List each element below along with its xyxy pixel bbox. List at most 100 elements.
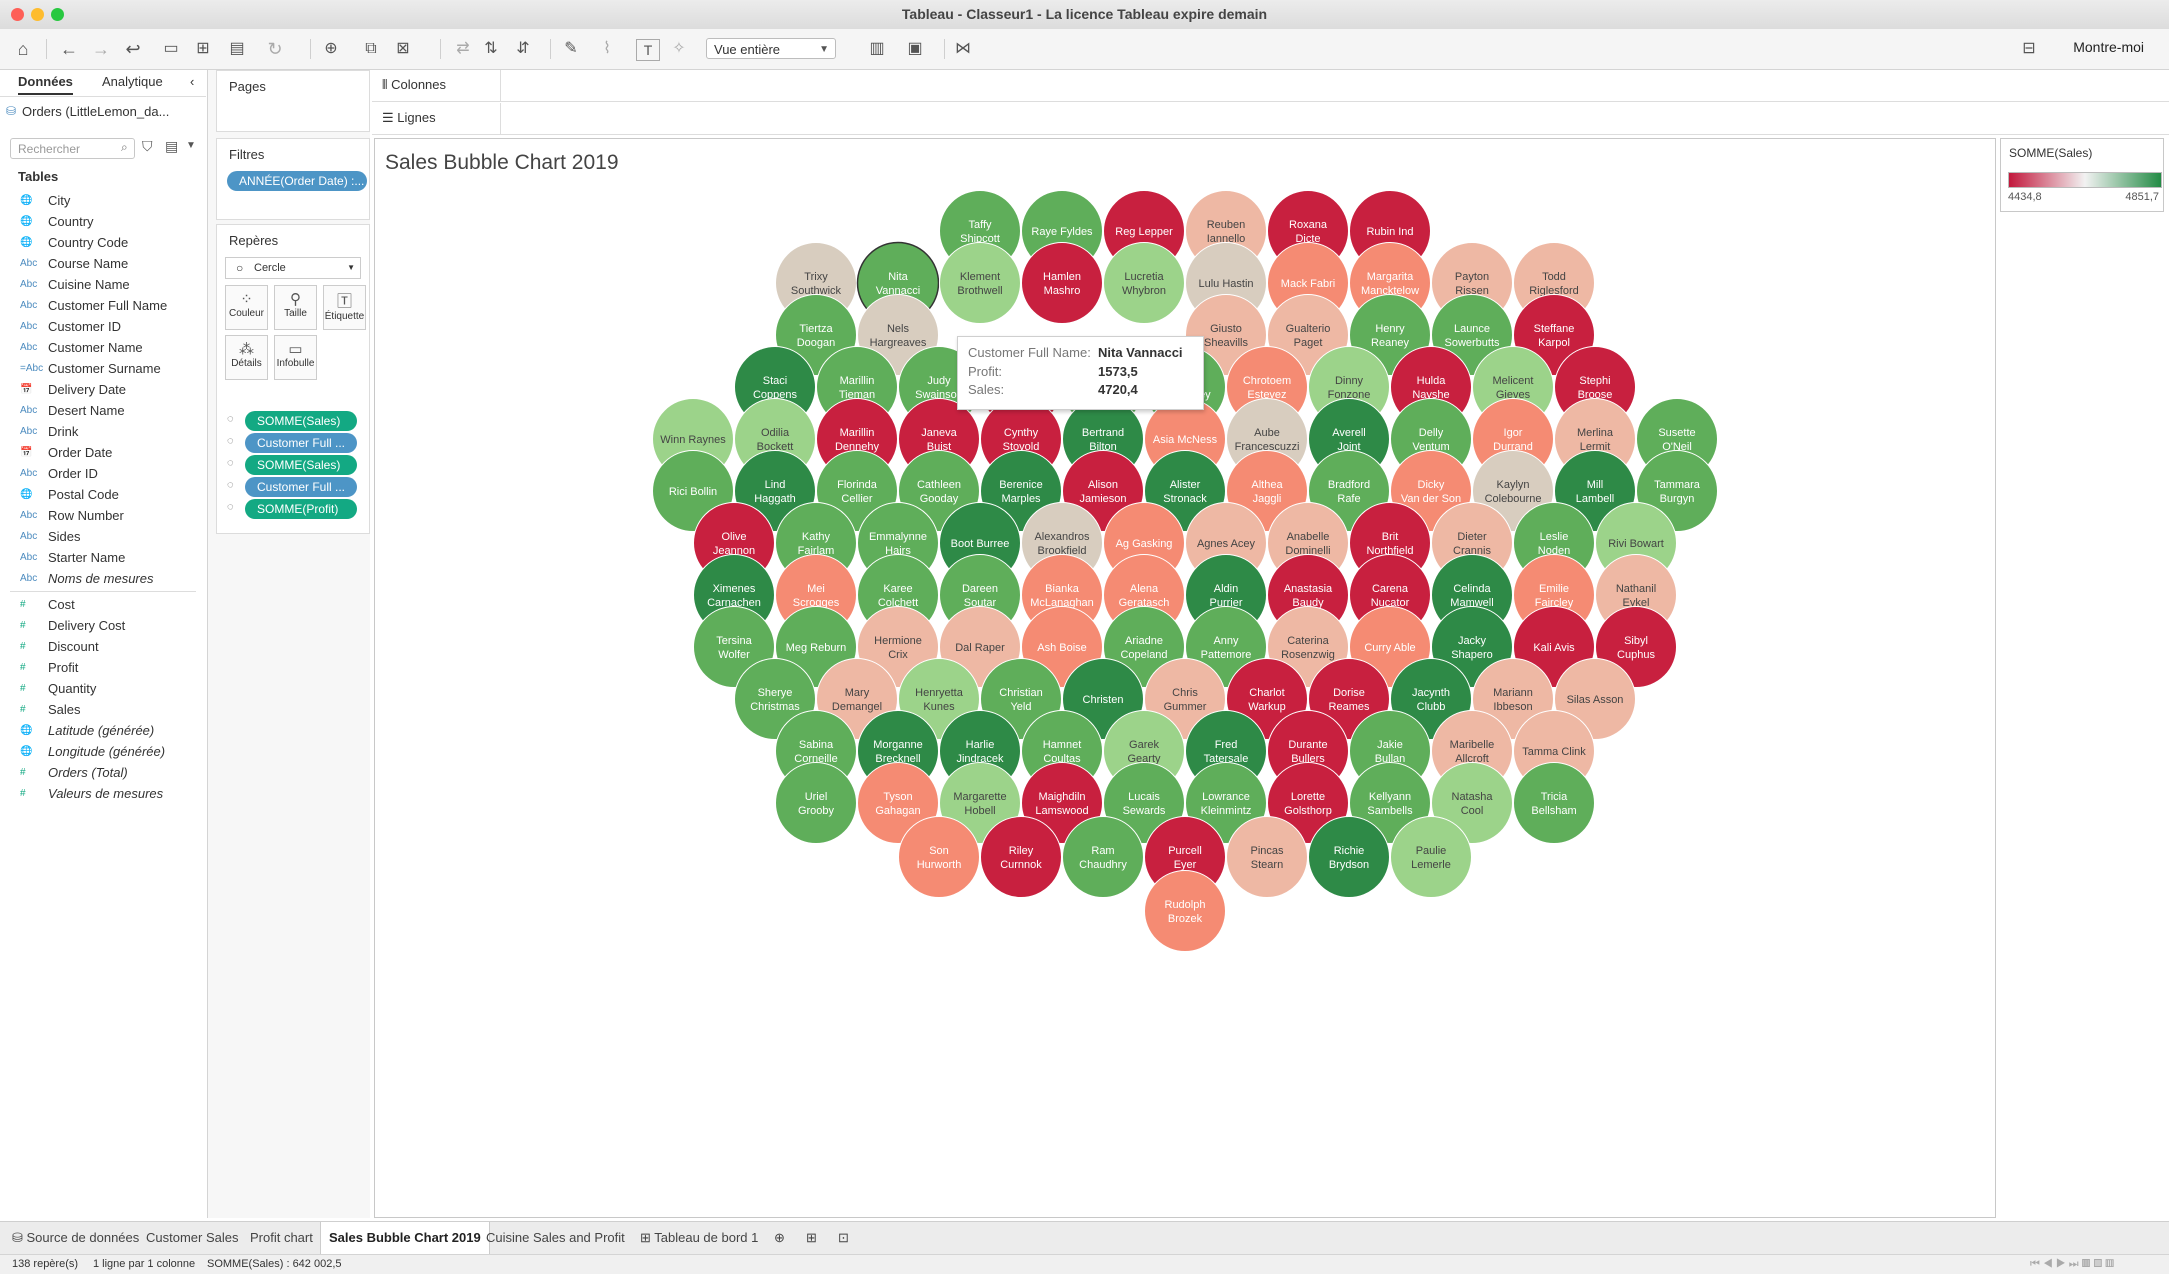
bubble-circle[interactable] bbox=[1103, 242, 1185, 324]
detail-button[interactable]: ⁂ Détails bbox=[225, 335, 268, 380]
tab-sales-bubble-chart[interactable]: Sales Bubble Chart 2019 bbox=[320, 1222, 490, 1254]
field-postal-code[interactable]: 🌐 Postal Code bbox=[0, 484, 206, 505]
field-quantity[interactable]: # Quantity bbox=[0, 678, 206, 699]
mark-pill[interactable]: SOMME(Sales) bbox=[245, 455, 357, 475]
field-orders-total[interactable]: # Orders (Total) bbox=[0, 762, 206, 783]
bubble[interactable]: Lucretia Whybron bbox=[1103, 242, 1185, 324]
field-starter-name[interactable]: Abc Starter Name bbox=[0, 547, 206, 568]
field-cuisine-name[interactable]: Abc Cuisine Name bbox=[0, 274, 206, 295]
tab-analytics[interactable]: Analytique bbox=[102, 74, 163, 89]
bubble-circle[interactable] bbox=[1513, 762, 1595, 844]
field-noms-de-mesures[interactable]: Abc Noms de mesures bbox=[0, 568, 206, 589]
bubble[interactable]: Richie Brydson bbox=[1308, 816, 1390, 898]
new-story-icon[interactable]: ⊡ bbox=[830, 1222, 857, 1254]
show-cards-icon[interactable]: ▥ bbox=[866, 37, 888, 61]
datasource-tab[interactable]: ⛁ Source de données bbox=[4, 1222, 147, 1254]
bubble[interactable]: Klement Brothwell bbox=[939, 242, 1021, 324]
group-members-icon[interactable]: ⌇ bbox=[596, 37, 618, 61]
field-row-number[interactable]: Abc Row Number bbox=[0, 505, 206, 526]
redo-icon[interactable]: → bbox=[90, 37, 112, 61]
bubble[interactable]: Paulie Lemerle bbox=[1390, 816, 1472, 898]
size-button[interactable]: ⚲ Taille bbox=[274, 285, 317, 330]
bubble[interactable]: Hamlen Mashro bbox=[1021, 242, 1103, 324]
color-button[interactable]: ⁘ Couleur bbox=[225, 285, 268, 330]
show-me-button[interactable]: Montre-moi bbox=[2073, 39, 2144, 55]
tooltip-button[interactable]: ▭ Infobulle bbox=[274, 335, 317, 380]
viz-canvas[interactable]: Sales Bubble Chart 2019 Taffy Shipcott Ray… bbox=[374, 138, 1996, 1218]
search-input[interactable]: Rechercher bbox=[10, 138, 135, 159]
pause-updates-icon[interactable]: ▤ bbox=[226, 37, 248, 61]
bubble-circle[interactable] bbox=[1390, 816, 1472, 898]
sheet-navigation-icon[interactable]: ⏮ ◀ ▶ ⏭ ▦ ▤ ▥ bbox=[2030, 1255, 2114, 1274]
bubble-circle[interactable] bbox=[939, 242, 1021, 324]
chevron-down-icon[interactable]: ▼ bbox=[186, 140, 196, 151]
filter-pill-order-date[interactable]: ANNÉE(Order Date) :... bbox=[227, 171, 367, 191]
columns-shelf[interactable]: ⫴ Colonnes bbox=[372, 70, 2169, 102]
save-icon[interactable]: ▭ bbox=[160, 37, 182, 61]
bubble[interactable]: Rudolph Brozek bbox=[1144, 870, 1226, 952]
new-worksheet-icon[interactable]: ⊕ bbox=[320, 37, 342, 61]
field-order-date[interactable]: 📅 Order Date bbox=[0, 442, 206, 463]
bubble-circle[interactable] bbox=[1144, 870, 1226, 952]
refresh-icon[interactable]: ↻ bbox=[264, 37, 286, 61]
field-valeurs-de-mesures[interactable]: # Valeurs de mesures bbox=[0, 783, 206, 804]
show-me-icon[interactable]: ⊟ bbox=[2018, 37, 2040, 61]
undo-icon[interactable]: ← bbox=[58, 37, 80, 61]
bubble[interactable]: Pincas Stearn bbox=[1226, 816, 1308, 898]
show-mark-labels-icon[interactable]: T bbox=[636, 39, 660, 61]
bubble[interactable]: Riley Curnnok bbox=[980, 816, 1062, 898]
presentation-mode-icon[interactable]: ▣ bbox=[904, 37, 926, 61]
field-desert-name[interactable]: Abc Desert Name bbox=[0, 400, 206, 421]
datasource-item[interactable]: Orders (LittleLemon_da... bbox=[22, 104, 169, 119]
field-customer-surname[interactable]: =Abc Customer Surname bbox=[0, 358, 206, 379]
bubble[interactable]: Ram Chaudhry bbox=[1062, 816, 1144, 898]
filter-icon[interactable]: ⛉ bbox=[142, 138, 153, 155]
fit-dropdown[interactable]: Vue entière ▼ bbox=[706, 38, 836, 59]
bubble-circle[interactable] bbox=[1062, 816, 1144, 898]
new-worksheet-icon[interactable]: ⊕ bbox=[766, 1222, 793, 1254]
field-country[interactable]: 🌐 Country bbox=[0, 211, 206, 232]
tab-dashboard-1[interactable]: ⊞ Tableau de bord 1 bbox=[632, 1222, 766, 1254]
bubble-circle[interactable] bbox=[898, 816, 980, 898]
mark-pill[interactable]: Customer Full ... bbox=[245, 433, 357, 453]
tab-cuisine-sales-profit[interactable]: Cuisine Sales and Profit bbox=[478, 1222, 633, 1254]
color-legend[interactable]: SOMME(Sales) 4434,8 4851,7 bbox=[2000, 138, 2164, 212]
field-order-id[interactable]: Abc Order ID bbox=[0, 463, 206, 484]
bubble[interactable]: Uriel Grooby bbox=[775, 762, 857, 844]
field-longitude-g-n-r-e[interactable]: 🌐 Longitude (générée) bbox=[0, 741, 206, 762]
bubble[interactable]: Son Hurworth bbox=[898, 816, 980, 898]
field-course-name[interactable]: Abc Course Name bbox=[0, 253, 206, 274]
bubble-circle[interactable] bbox=[1021, 242, 1103, 324]
new-datasource-icon[interactable]: ⊞ bbox=[192, 37, 214, 61]
field-drink[interactable]: Abc Drink bbox=[0, 421, 206, 442]
field-customer-full-name[interactable]: Abc Customer Full Name bbox=[0, 295, 206, 316]
bubble-circle[interactable] bbox=[1308, 816, 1390, 898]
tab-profit-chart[interactable]: Profit chart bbox=[242, 1222, 321, 1254]
field-profit[interactable]: # Profit bbox=[0, 657, 206, 678]
sort-ascending-icon[interactable]: ⇅ bbox=[480, 37, 502, 61]
mark-pill[interactable]: SOMME(Sales) bbox=[245, 411, 357, 431]
field-delivery-date[interactable]: 📅 Delivery Date bbox=[0, 379, 206, 400]
tab-data[interactable]: Données bbox=[18, 74, 73, 95]
label-button[interactable]: 🅃 Étiquette bbox=[323, 285, 366, 330]
home-icon[interactable]: ⌂ bbox=[12, 37, 34, 61]
mark-pill[interactable]: SOMME(Profit) bbox=[245, 499, 357, 519]
field-country-code[interactable]: 🌐 Country Code bbox=[0, 232, 206, 253]
mark-type-dropdown[interactable]: ○ Cercle ▼ bbox=[225, 257, 361, 279]
sort-descending-icon[interactable]: ⇵ bbox=[512, 37, 534, 61]
new-dashboard-icon[interactable]: ⊞ bbox=[798, 1222, 825, 1254]
bubble-circle[interactable] bbox=[775, 762, 857, 844]
field-latitude-g-n-r-e[interactable]: 🌐 Latitude (générée) bbox=[0, 720, 206, 741]
field-cost[interactable]: # Cost bbox=[0, 594, 206, 615]
field-delivery-cost[interactable]: # Delivery Cost bbox=[0, 615, 206, 636]
field-customer-name[interactable]: Abc Customer Name bbox=[0, 337, 206, 358]
duplicate-sheet-icon[interactable]: ⧉ bbox=[360, 37, 382, 61]
field-sales[interactable]: # Sales bbox=[0, 699, 206, 720]
field-customer-id[interactable]: Abc Customer ID bbox=[0, 316, 206, 337]
bubble[interactable]: Tricia Bellsham bbox=[1513, 762, 1595, 844]
clear-sheet-icon[interactable]: ⊠ bbox=[392, 37, 414, 61]
bubble-circle[interactable] bbox=[1226, 816, 1308, 898]
replay-icon[interactable]: ↩ bbox=[122, 37, 144, 61]
highlight-icon[interactable]: ✎ bbox=[560, 37, 582, 61]
field-discount[interactable]: # Discount bbox=[0, 636, 206, 657]
